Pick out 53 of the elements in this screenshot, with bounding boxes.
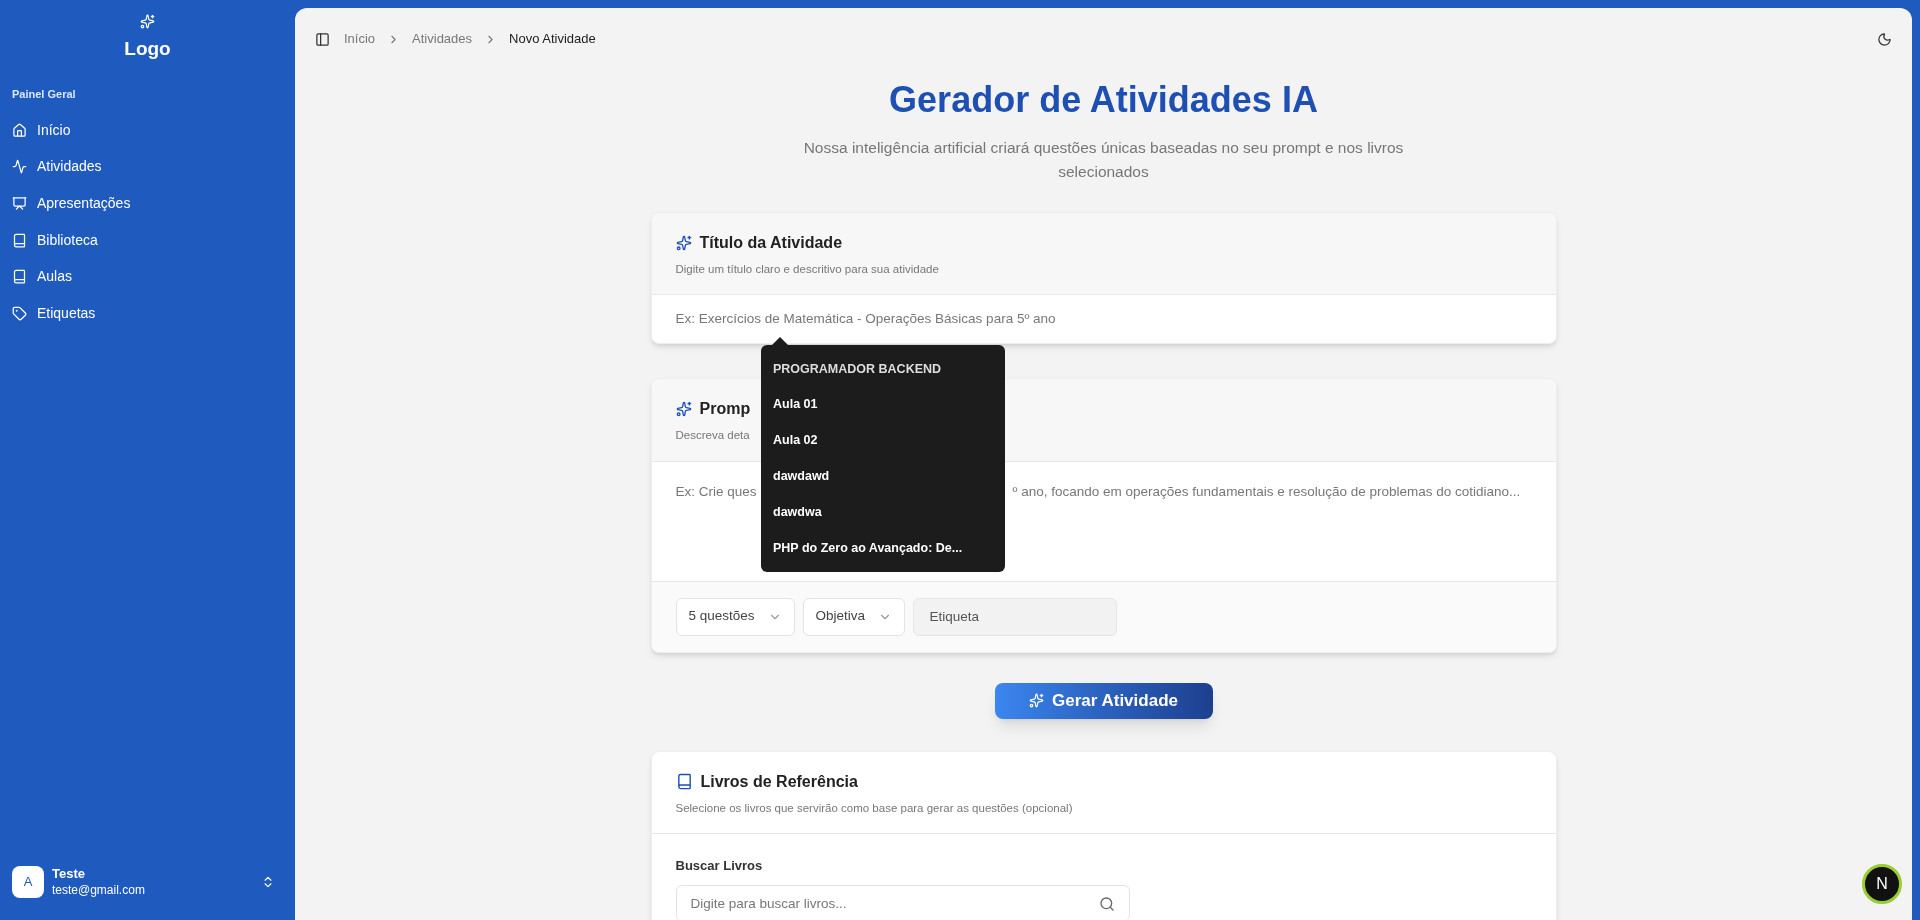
popup-item[interactable]: Aula 02 bbox=[761, 422, 1005, 459]
user-name: Teste bbox=[52, 866, 86, 883]
title-field[interactable]: Ex: Exercícios de Matemática - Operações Básicas para 5º ano bbox=[651, 295, 1556, 344]
question-count-select[interactable]: 5 questões bbox=[675, 597, 795, 636]
section-label: Painel Geral bbox=[12, 86, 77, 102]
user-menu[interactable]: A Teste teste@gmail.com bbox=[12, 866, 283, 898]
field-label: Buscar Livros bbox=[675, 856, 763, 875]
tag-icon bbox=[12, 305, 27, 321]
card-description: Digite um título claro e descritivo para sua atividade bbox=[675, 262, 939, 277]
title-input[interactable]: Ex: Exercícios de Matemática - Operações Básicas para 5º ano bbox=[675, 309, 1532, 330]
sidebar-item[interactable]: Atividades bbox=[8, 148, 287, 186]
card-heading: Promp bbox=[699, 399, 751, 420]
sidebar-item[interactable]: Apresentações bbox=[8, 185, 287, 222]
user-email: teste@gmail.com bbox=[52, 882, 146, 898]
card-heading: Título da Atividade bbox=[699, 233, 843, 253]
sparkles-icon bbox=[675, 235, 692, 251]
home-icon bbox=[12, 122, 27, 138]
sidebar-item[interactable]: Início bbox=[8, 112, 287, 149]
search-icon bbox=[1098, 895, 1115, 912]
book-search-field[interactable]: Digite para buscar livros... bbox=[675, 885, 1130, 920]
sparkles-icon bbox=[675, 401, 692, 418]
search-input[interactable]: Digite para buscar livros... bbox=[690, 893, 1099, 914]
tag-input[interactable]: Etiqueta bbox=[912, 597, 1117, 636]
card-description: Descreva deta bbox=[675, 428, 750, 444]
logo-text: Logo bbox=[124, 37, 171, 61]
popup-group-label: PROGRAMADOR BACKEND bbox=[772, 360, 943, 378]
book-icon bbox=[12, 269, 27, 285]
book-icon bbox=[12, 232, 27, 248]
page-title: Gerador de Atividades IA bbox=[889, 82, 1318, 118]
popup-item[interactable]: dawdawd bbox=[761, 458, 1005, 495]
sidebar-item[interactable]: Aulas bbox=[8, 258, 287, 295]
dev-tools-badge[interactable]: N bbox=[1862, 864, 1902, 904]
page-subtitle: Nossa inteligência artificial criará questões únicas baseadas no seu prompt e nos livros selecionados bbox=[802, 138, 1405, 182]
card-heading: Livros de Referência bbox=[700, 771, 858, 792]
card-description: Selecione os livros que servirão como base para gerar as questões (opcional) bbox=[675, 800, 1073, 816]
sparkles-icon bbox=[140, 14, 155, 29]
breadcrumb-link[interactable]: Início bbox=[344, 29, 376, 49]
sidebar-item[interactable]: Etiquetas bbox=[8, 294, 287, 332]
popup-item[interactable]: PHP do Zero ao Avançado: De... bbox=[761, 530, 1005, 566]
generate-button[interactable]: Gerar Atividade bbox=[994, 682, 1213, 719]
avatar: A bbox=[12, 866, 44, 898]
breadcrumb-link[interactable]: Novo Atividade bbox=[509, 29, 596, 49]
pulse-icon bbox=[12, 159, 27, 175]
popup-item[interactable]: dawdwa bbox=[761, 494, 1005, 531]
sidebar-item[interactable]: Biblioteca bbox=[8, 221, 287, 259]
breadcrumb-link[interactable]: Atividades bbox=[412, 29, 473, 49]
popup-item[interactable]: Aula 01 bbox=[761, 386, 1005, 423]
presentation-board-icon bbox=[12, 196, 27, 211]
book-icon bbox=[675, 773, 693, 790]
sparkles-icon bbox=[1029, 693, 1044, 708]
sidebar-toggle-icon[interactable] bbox=[315, 31, 330, 47]
question-type-select[interactable]: Objetiva bbox=[802, 597, 905, 636]
moon-icon[interactable] bbox=[1877, 31, 1892, 47]
